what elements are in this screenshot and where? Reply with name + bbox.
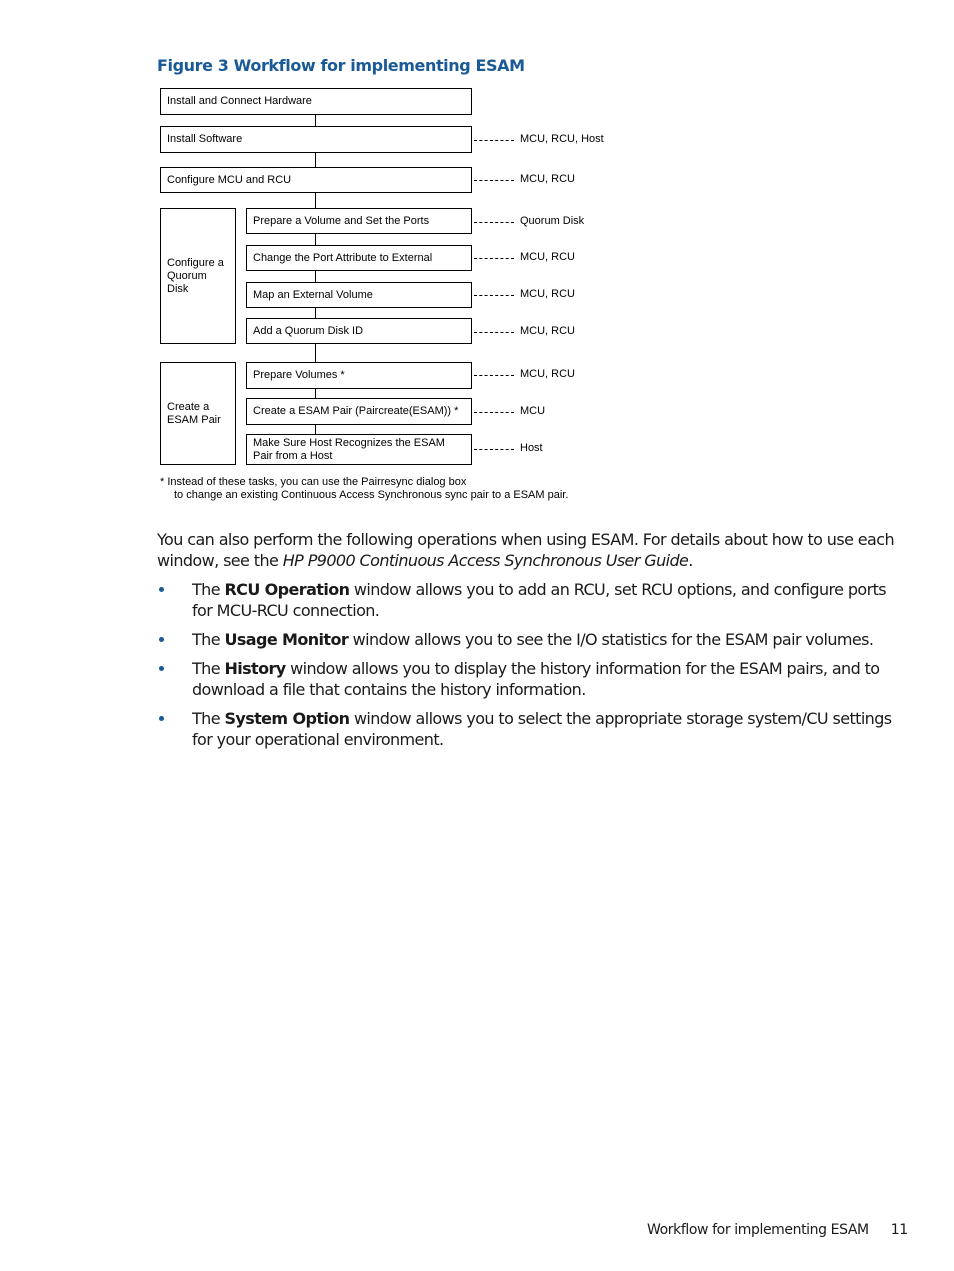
role-label: MCU, RCU (520, 288, 575, 300)
connector (315, 270, 316, 282)
role-label: MCU, RCU (520, 325, 575, 337)
window-name: RCU Operation (224, 580, 350, 599)
dashed-leader (474, 180, 514, 181)
step-label: Prepare a Volume and Set the Ports (253, 214, 430, 227)
role-label: MCU, RCU, Host (520, 133, 604, 145)
document-page: Figure 3 Workflow for implementing ESAM … (0, 0, 954, 1271)
step-add-quorum-disk-id: Add a Quorum Disk ID (246, 318, 472, 344)
step-install-hardware: Install and Connect Hardware (160, 88, 472, 115)
dashed-leader (474, 222, 514, 223)
bullet-icon (159, 666, 164, 671)
role-label: Quorum Disk (520, 215, 585, 227)
window-name: History (224, 659, 286, 678)
step-label: Map an External Volume (253, 288, 373, 301)
group-label: Configure a Quorum Disk (167, 256, 224, 295)
role-label: MCU, RCU (520, 251, 575, 263)
step-change-port-attribute: Change the Port Attribute to External (246, 245, 472, 271)
dashed-leader (474, 295, 514, 296)
dashed-leader (474, 140, 514, 141)
connector (315, 152, 316, 168)
bullet-icon (159, 587, 164, 592)
group-create-esam-pair: Create a ESAM Pair (160, 362, 236, 465)
step-label: Prepare Volumes * (253, 369, 345, 381)
role-label: MCU (520, 405, 546, 417)
dashed-leader (474, 332, 514, 333)
bullet-icon (159, 716, 164, 721)
list-item: The History window allows you to display… (157, 658, 902, 700)
role-label: MCU, RCU (520, 173, 575, 185)
connector (315, 192, 316, 208)
role-label: MCU, RCU (520, 368, 575, 380)
list-item: The System Option window allows you to s… (157, 708, 902, 750)
step-label: Install and Connect Hardware (167, 95, 312, 107)
page-footer: Workflow for implementing ESAM 11 (647, 1222, 908, 1238)
list-item: The Usage Monitor window allows you to s… (157, 629, 902, 650)
dashed-leader (474, 258, 514, 259)
step-label: Configure MCU and RCU (167, 173, 292, 186)
dashed-leader (474, 412, 514, 413)
figure-footnote: * Instead of these tasks, you can use th… (160, 476, 568, 502)
page-number: 11 (890, 1222, 908, 1238)
list-item: The RCU Operation window allows you to a… (157, 579, 902, 621)
operations-list: The RCU Operation window allows you to a… (157, 579, 902, 750)
footer-section-title: Workflow for implementing ESAM (647, 1222, 869, 1238)
footnote-line-2: to change an existing Continuous Access … (174, 489, 569, 501)
step-label: Create a ESAM Pair (Paircreate(ESAM)) * (253, 405, 459, 417)
step-create-esam-pair: Create a ESAM Pair (Paircreate(ESAM)) * (246, 398, 472, 425)
step-label: Add a Quorum Disk ID (253, 324, 364, 337)
step-prepare-volumes: Prepare Volumes * (246, 362, 472, 389)
dashed-leader (474, 375, 514, 376)
step-label: Change the Port Attribute to External (253, 251, 433, 264)
step-label: Make Sure Host Recognizes the ESAM Pair … (253, 437, 445, 462)
step-map-external-volume: Map an External Volume (246, 282, 472, 308)
connector (315, 424, 316, 434)
step-host-recognizes-pair: Make Sure Host Recognizes the ESAM Pair … (246, 434, 472, 465)
bullet-icon (159, 637, 164, 642)
item-text: window allows you to see the I/O statist… (348, 630, 874, 649)
dashed-leader (474, 449, 514, 450)
step-label: Install Software (167, 133, 243, 145)
connector (315, 307, 316, 318)
step-configure-mcu-rcu: Configure MCU and RCU (160, 167, 472, 193)
item-prefix: The (192, 630, 225, 649)
body-text: You can also perform the following opera… (157, 529, 902, 758)
connector (315, 343, 316, 362)
group-label: Create a ESAM Pair (167, 400, 221, 426)
item-prefix: The (192, 659, 225, 678)
window-name: System Option (224, 709, 350, 728)
intro-end: . (688, 551, 693, 570)
guide-title: HP P9000 Continuous Access Synchronous U… (282, 551, 689, 570)
role-label: Host (520, 442, 543, 454)
connector (315, 388, 316, 398)
item-prefix: The (192, 580, 225, 599)
footnote-line-1: * Instead of these tasks, you can use th… (160, 476, 467, 488)
step-install-software: Install Software (160, 126, 472, 153)
item-text: window allows you to display the history… (192, 659, 880, 699)
item-prefix: The (192, 709, 225, 728)
window-name: Usage Monitor (224, 630, 349, 649)
group-configure-quorum-disk: Configure a Quorum Disk (160, 208, 236, 344)
step-prepare-volume-ports: Prepare a Volume and Set the Ports (246, 208, 472, 234)
intro-paragraph: You can also perform the following opera… (157, 529, 902, 571)
workflow-diagram: Install and Connect Hardware Install Sof… (0, 0, 954, 520)
connector (315, 233, 316, 245)
